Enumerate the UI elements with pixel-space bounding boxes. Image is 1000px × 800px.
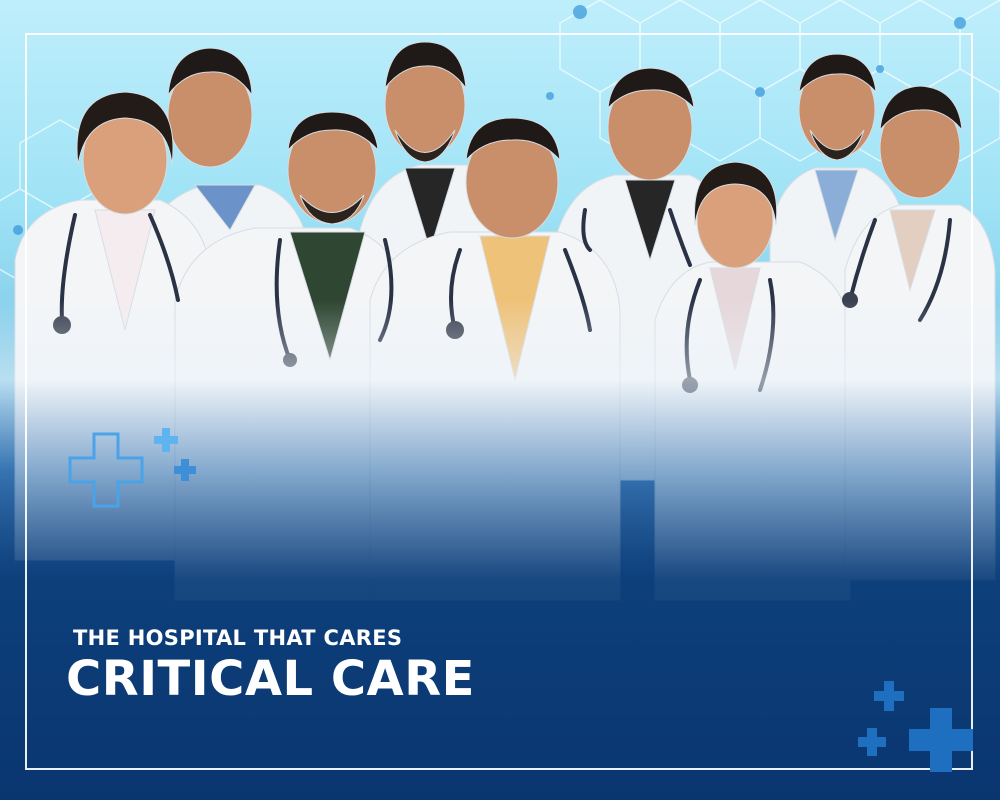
medical-cross-icon (874, 681, 904, 711)
medical-cross-icon (68, 432, 144, 508)
banner: THE HOSPITAL THAT CARES CRITICAL CARE (0, 0, 1000, 800)
medical-cross-icon (154, 428, 178, 452)
medical-cross-icon (858, 728, 886, 756)
medical-cross-icon (909, 708, 973, 772)
tagline: THE HOSPITAL THAT CARES (73, 626, 403, 650)
medical-cross-icon (174, 459, 196, 481)
headline: CRITICAL CARE (66, 651, 475, 707)
